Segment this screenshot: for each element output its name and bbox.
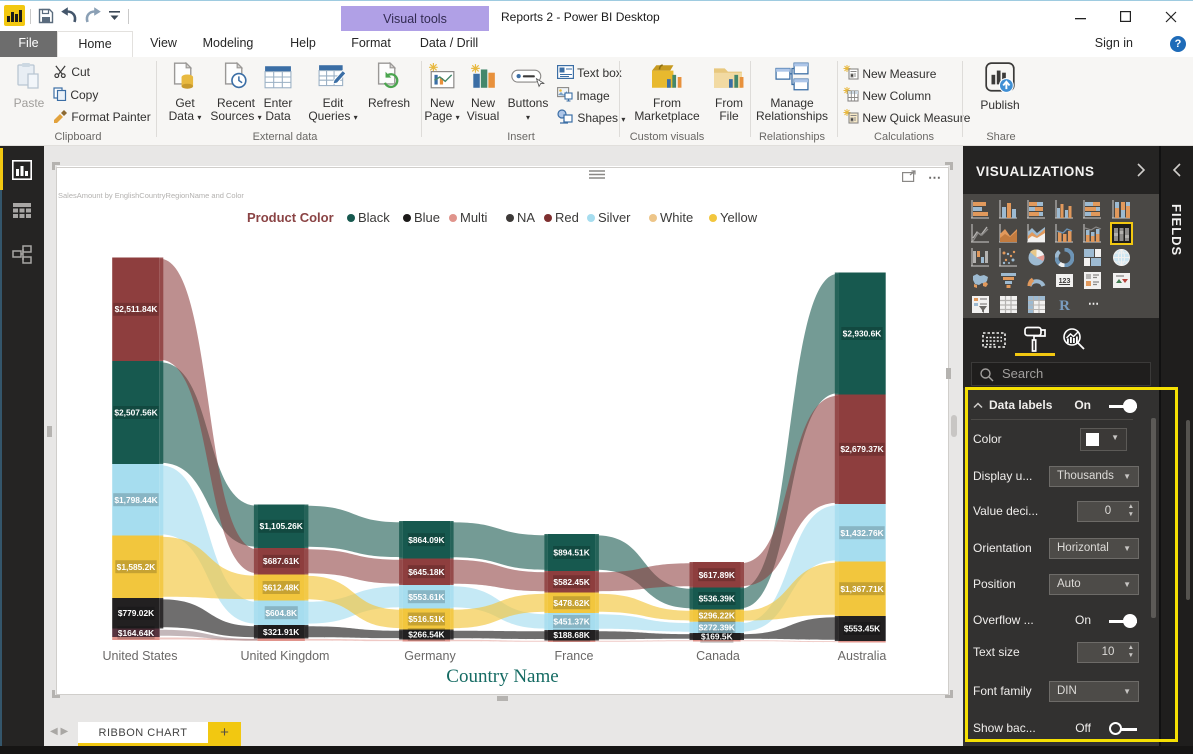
svg-text:$321.91K: $321.91K xyxy=(263,627,299,637)
svg-text:$169.5K: $169.5K xyxy=(701,632,733,642)
svg-text:$1,105.26K: $1,105.26K xyxy=(260,521,303,531)
svg-text:$164.64K: $164.64K xyxy=(118,628,154,638)
svg-text:$1,585.2K: $1,585.2K xyxy=(117,562,156,572)
svg-text:$296.22K: $296.22K xyxy=(699,611,735,621)
svg-text:$1,432.76K: $1,432.76K xyxy=(840,528,883,538)
svg-text:$1,367.71K: $1,367.71K xyxy=(840,584,883,594)
svg-text:$582.45K: $582.45K xyxy=(553,577,589,587)
svg-text:R: R xyxy=(1059,298,1070,314)
svg-text:$266.54K: $266.54K xyxy=(408,630,444,640)
svg-text:$2,511.84K: $2,511.84K xyxy=(115,304,158,314)
svg-text:$1,798.44K: $1,798.44K xyxy=(114,495,157,505)
svg-text:$617.89K: $617.89K xyxy=(699,570,735,580)
svg-text:$553.61K: $553.61K xyxy=(408,592,444,602)
svg-text:$604.8K: $604.8K xyxy=(265,608,297,618)
svg-text:$2,930.6K: $2,930.6K xyxy=(843,329,882,339)
svg-text:$687.61K: $687.61K xyxy=(263,556,299,566)
svg-text:123: 123 xyxy=(1059,278,1071,285)
svg-text:$645.18K: $645.18K xyxy=(408,567,444,577)
svg-text:$779.02K: $779.02K xyxy=(118,608,154,618)
svg-text:$188.68K: $188.68K xyxy=(553,630,589,640)
svg-text:$516.51K: $516.51K xyxy=(408,614,444,624)
svg-text:$612.48K: $612.48K xyxy=(263,583,299,593)
svg-text:$478.62K: $478.62K xyxy=(553,598,589,608)
svg-text:$553.45K: $553.45K xyxy=(844,624,880,634)
svg-text:$864.09K: $864.09K xyxy=(408,535,444,545)
svg-text:$2,507.56K: $2,507.56K xyxy=(114,408,157,418)
svg-text:$2,679.37K: $2,679.37K xyxy=(840,444,883,454)
svg-text:⋯: ⋯ xyxy=(1088,298,1099,310)
svg-text:$894.51K: $894.51K xyxy=(553,548,589,558)
svg-text:$536.39K: $536.39K xyxy=(699,594,735,604)
svg-text:$451.37K: $451.37K xyxy=(553,617,589,627)
